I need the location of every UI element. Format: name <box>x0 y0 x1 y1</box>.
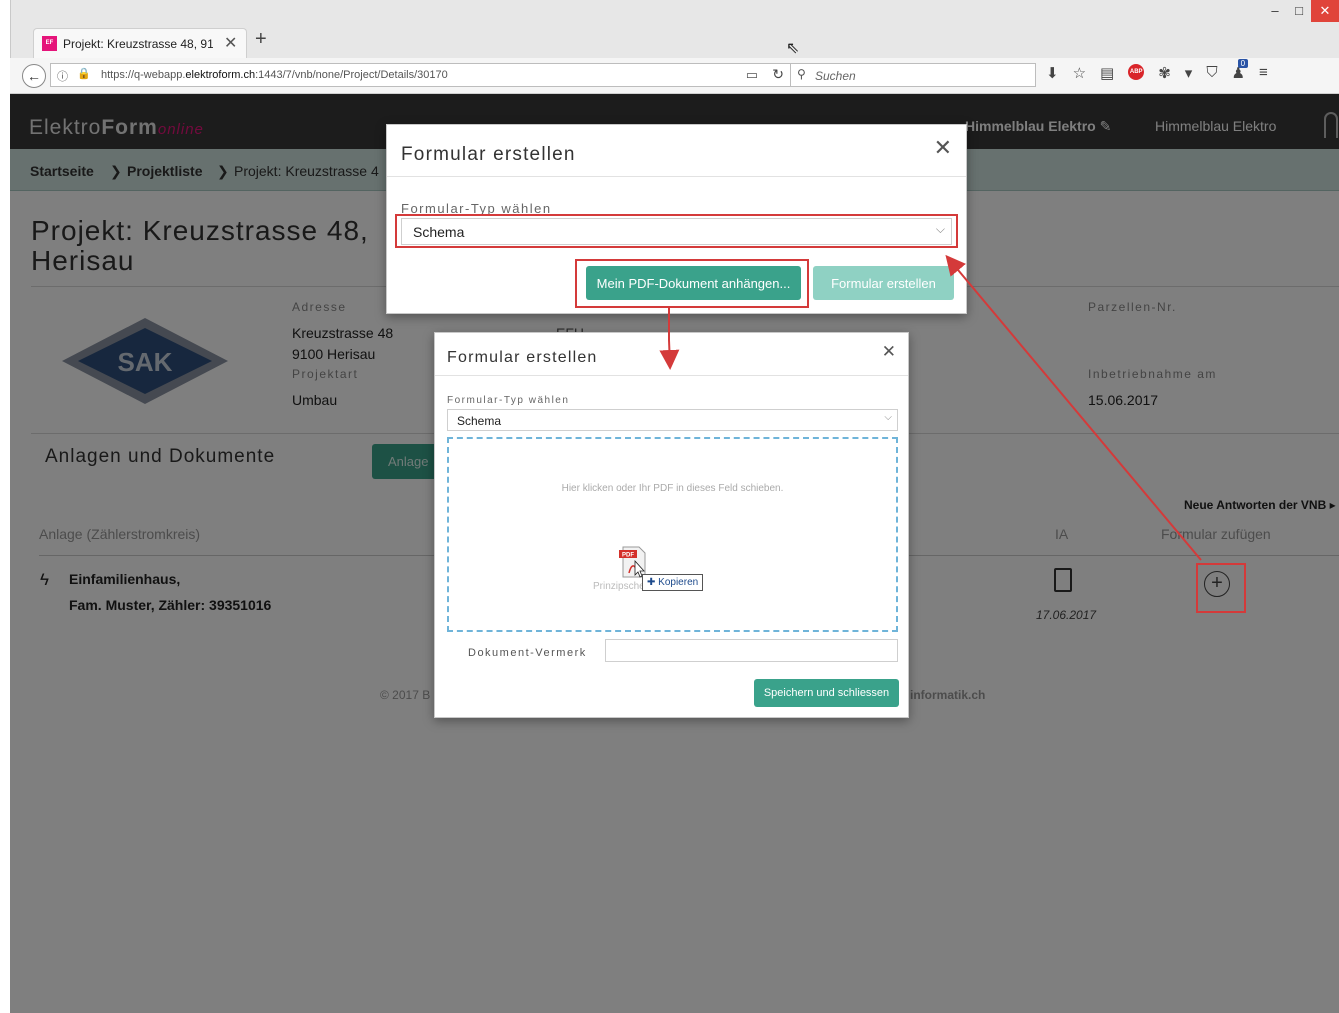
dropzone-hint: Hier klicken oder Ihr PDF in dieses Feld… <box>561 483 784 494</box>
menu-icon[interactable]: ≡ <box>1259 64 1268 82</box>
formular-typ-value: Schema <box>457 414 502 428</box>
save-close-button[interactable]: Speichern und schliessen <box>754 679 899 707</box>
formular-typ-label: Formular-Typ wählen <box>447 395 570 406</box>
lock-icon: 🔒 <box>77 68 91 80</box>
back-arrow-icon[interactable]: ← <box>22 64 46 88</box>
info-icon[interactable]: ⓘ <box>57 68 68 84</box>
pdf-dropzone[interactable]: Hier klicken oder Ihr PDF in dieses Feld… <box>447 437 898 632</box>
search-bar[interactable]: ⚲ Suchen <box>790 63 1036 87</box>
annotation-highlight <box>575 259 809 308</box>
notification-icon[interactable]: ♟ 0 <box>1232 59 1249 82</box>
pdf-icon-label: PDF <box>622 553 634 559</box>
formular-upload-modal: Formular erstellen ✕ Formular-Typ wählen… <box>434 332 909 718</box>
chevron-down-icon: ⌵ <box>884 412 892 423</box>
modal-title: Formular erstellen <box>447 349 598 366</box>
adblock-icon[interactable]: ABP <box>1128 64 1145 80</box>
tab-close-icon[interactable]: ✕ <box>224 33 237 53</box>
vermerk-input[interactable] <box>605 639 898 662</box>
browser-tab[interactable]: EF Projekt: Kreuzstrasse 48, 910( ✕ <box>33 28 247 58</box>
mouse-cursor-icon: ⇖ <box>786 40 800 57</box>
search-placeholder: Suchen <box>815 69 856 83</box>
copy-tooltip: ✚ Kopieren <box>642 574 704 591</box>
notification-count: 0 <box>1237 59 1249 68</box>
browser-tab-bar: EF Projekt: Kreuzstrasse 48, 910( ✕ + – … <box>10 0 1339 58</box>
extension-icon[interactable]: ✾ <box>1158 64 1171 82</box>
url-bar[interactable]: ⓘ 🔒 https://q-webapp.elektroform.ch:1443… <box>50 63 795 87</box>
formular-typ-select[interactable]: Schema ⌵ <box>447 409 898 431</box>
formular-erstellen-modal: Formular erstellen ✕ Formular-Typ wählen… <box>386 124 967 314</box>
search-icon: ⚲ <box>797 67 806 81</box>
window-controls: – □ ✕ <box>1263 0 1339 24</box>
annotation-highlight <box>1196 563 1246 613</box>
modal-divider <box>435 375 908 376</box>
bookmark-star-icon[interactable]: ☆ <box>1073 64 1086 82</box>
maximize-icon[interactable]: □ <box>1287 0 1311 22</box>
window-close-icon[interactable]: ✕ <box>1311 0 1339 22</box>
library-icon[interactable]: ▤ <box>1100 64 1114 82</box>
create-formular-button[interactable]: Formular erstellen <box>813 266 954 300</box>
minimize-icon[interactable]: – <box>1263 0 1287 22</box>
favicon-icon: EF <box>42 36 57 51</box>
browser-nav-bar: ← ⓘ 🔒 https://q-webapp.elektroform.ch:14… <box>10 58 1339 94</box>
new-tab-icon[interactable]: + <box>255 28 267 51</box>
modal-close-icon[interactable]: ✕ <box>934 135 952 161</box>
reload-icon[interactable]: ↻ <box>772 66 784 83</box>
modal-close-icon[interactable]: ✕ <box>882 342 896 362</box>
dropdown-icon[interactable]: ▾ <box>1185 64 1193 82</box>
url-text: https://q-webapp.elektroform.ch:1443/7/v… <box>101 69 448 81</box>
filter-icon[interactable]: ⛉ <box>1206 64 1217 82</box>
modal-title: Formular erstellen <box>401 144 576 165</box>
reader-view-icon[interactable]: ▭ <box>746 67 758 83</box>
tab-title: Projekt: Kreuzstrasse 48, 910( <box>63 37 213 51</box>
download-icon[interactable]: ⬇ <box>1046 64 1059 82</box>
vermerk-label: Dokument-Vermerk <box>468 647 587 659</box>
annotation-highlight <box>395 214 958 248</box>
plus-icon: ✚ <box>647 577 656 588</box>
browser-toolbar-icons: ⬇ ☆ ▤ ABP ✾ ▾ ⛉ ♟ 0 ≡ <box>1046 59 1268 82</box>
modal-divider <box>387 176 966 177</box>
